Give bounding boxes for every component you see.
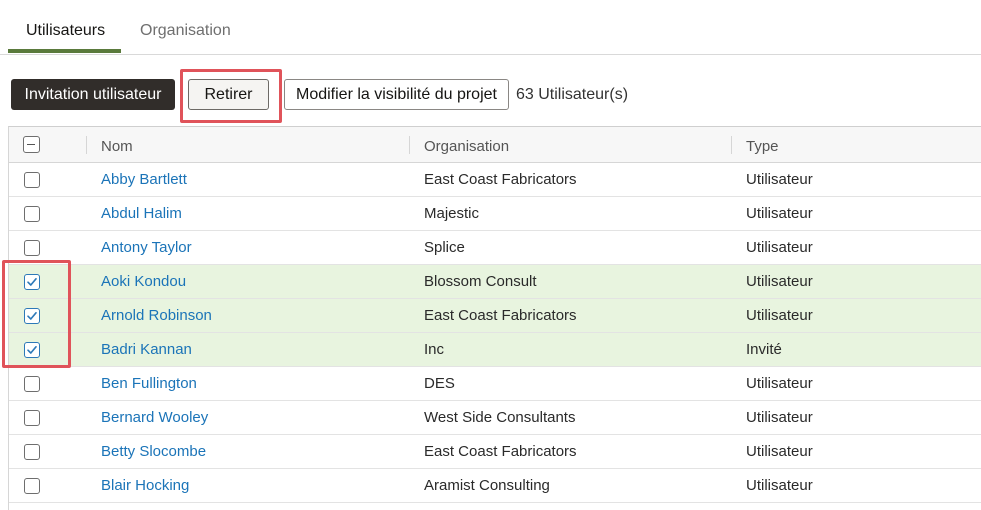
table-row[interactable]: Badri Kannan Inc Invité (9, 333, 981, 367)
table-row[interactable]: Abby Bartlett East Coast Fabricators Utili… (9, 163, 981, 197)
organisation-cell: Inc (424, 341, 445, 358)
row-checkbox[interactable] (24, 478, 40, 494)
select-all-checkbox[interactable] (23, 136, 40, 153)
table-row[interactable]: Ben Fullington DES Utilisateur (9, 367, 981, 401)
table-row[interactable]: Aoki Kondou Blossom Consult Utilisateur (9, 265, 981, 299)
row-checkbox[interactable] (24, 240, 40, 256)
tab-bar: Utilisateurs Organisation (0, 0, 981, 55)
organisation-cell: Blossom Consult (424, 273, 537, 290)
row-checkbox[interactable] (24, 444, 40, 460)
column-header-name[interactable]: Nom (101, 138, 133, 155)
user-count: 63 Utilisateur(s) (516, 86, 629, 103)
row-checkbox[interactable] (24, 410, 40, 426)
row-checkbox[interactable] (24, 206, 40, 222)
organisation-cell: Majestic (424, 205, 480, 222)
type-cell: Utilisateur (746, 205, 813, 222)
type-cell: Utilisateur (746, 171, 813, 188)
column-divider[interactable] (731, 136, 732, 154)
user-name-link[interactable]: Antony Taylor (101, 239, 192, 256)
users-table: Nom Organisation Type Abby Bartlett East … (8, 126, 981, 510)
user-name-link[interactable]: Bernard Wooley (101, 409, 208, 426)
organisation-cell: East Coast Fabricators (424, 443, 577, 460)
type-cell: Utilisateur (746, 409, 813, 426)
organisation-cell: Aramist Consulting (424, 477, 550, 494)
user-name-link[interactable]: Abby Bartlett (101, 171, 187, 188)
column-header-organisation[interactable]: Organisation (424, 138, 509, 155)
user-name-link[interactable]: Arnold Robinson (101, 307, 212, 324)
column-divider[interactable] (86, 136, 87, 154)
type-cell: Utilisateur (746, 375, 813, 392)
table-row[interactable]: Betty Slocombe East Coast Fabricators Util… (9, 435, 981, 469)
column-header-type[interactable]: Type (746, 138, 779, 155)
organisation-cell: West Side Consultants (424, 409, 576, 426)
table-row[interactable]: Abdul Halim Majestic Utilisateur (9, 197, 981, 231)
table-row[interactable]: Blair Hocking Aramist Consulting Utilisate… (9, 469, 981, 503)
tab-organisation[interactable]: Organisation (140, 22, 231, 40)
type-cell: Utilisateur (746, 477, 813, 494)
type-cell: Utilisateur (746, 307, 813, 324)
organisation-cell: Splice (424, 239, 465, 256)
row-checkbox[interactable] (24, 376, 40, 392)
tab-utilisateurs[interactable]: Utilisateurs (26, 22, 105, 40)
user-name-link[interactable]: Badri Kannan (101, 341, 192, 358)
remove-button-highlight (180, 69, 282, 123)
active-tab-indicator (8, 49, 121, 53)
type-cell: Utilisateur (746, 239, 813, 256)
column-divider[interactable] (409, 136, 410, 154)
project-visibility-button[interactable]: Modifier la visibilité du projet (284, 79, 509, 110)
table-row[interactable]: Antony Taylor Splice Utilisateur (9, 231, 981, 265)
user-name-link[interactable]: Betty Slocombe (101, 443, 206, 460)
organisation-cell: East Coast Fabricators (424, 307, 577, 324)
table-header: Nom Organisation Type (9, 127, 981, 163)
type-cell: Utilisateur (746, 273, 813, 290)
table-row[interactable]: Bernard Wooley West Side Consultants Utili… (9, 401, 981, 435)
table-row[interactable]: Arnold Robinson East Coast Fabricators Uti… (9, 299, 981, 333)
user-name-link[interactable]: Ben Fullington (101, 375, 197, 392)
row-checkbox[interactable] (24, 172, 40, 188)
type-cell: Invité (746, 341, 782, 358)
type-cell: Utilisateur (746, 443, 813, 460)
selected-checkboxes-highlight (2, 260, 71, 368)
user-name-link[interactable]: Abdul Halim (101, 205, 182, 222)
user-name-link[interactable]: Blair Hocking (101, 477, 189, 494)
organisation-cell: DES (424, 375, 455, 392)
table-body: Abby Bartlett East Coast Fabricators Utili… (9, 163, 981, 503)
user-name-link[interactable]: Aoki Kondou (101, 273, 186, 290)
organisation-cell: East Coast Fabricators (424, 171, 577, 188)
invite-user-button[interactable]: Invitation utilisateur (11, 79, 175, 110)
